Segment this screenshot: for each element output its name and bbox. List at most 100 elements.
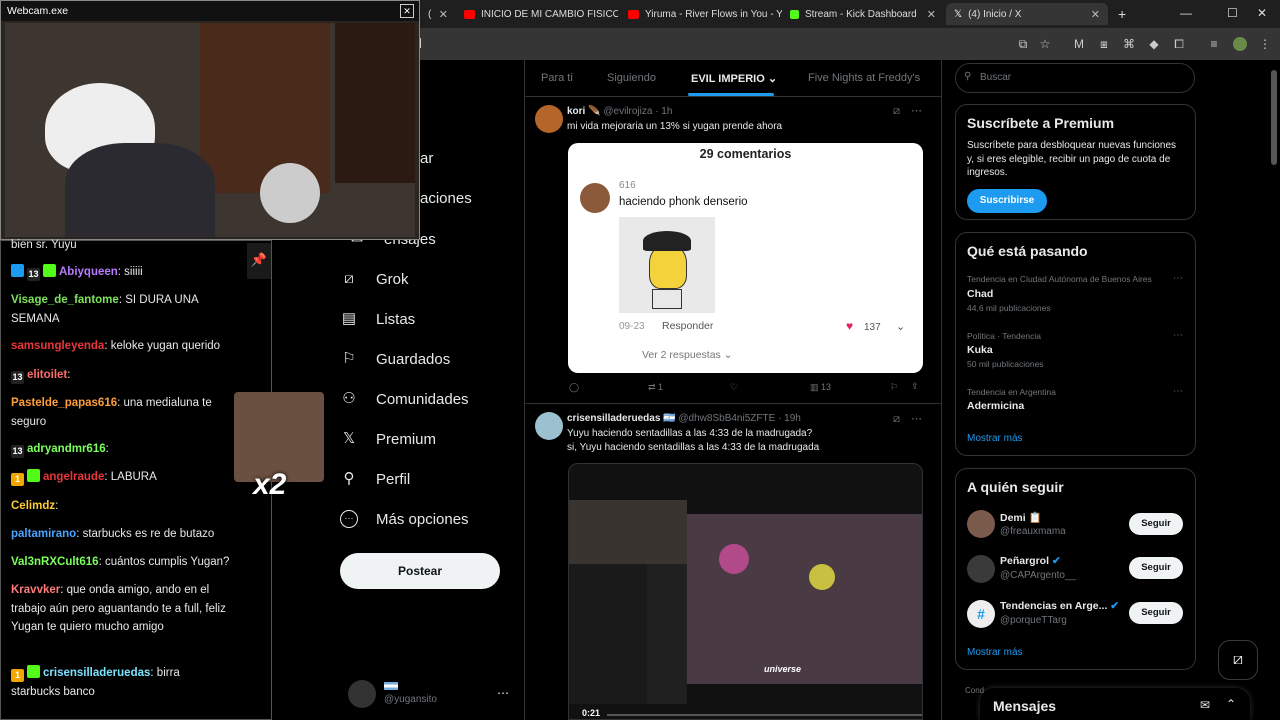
post-header: kori 🪶 @evilrojiza · 1h: [567, 106, 672, 117]
maximize-button[interactable]: ☐: [1227, 6, 1238, 20]
browser-tab[interactable]: Yiruma - River Flows in You - Yo✕: [620, 3, 782, 25]
chat-username[interactable]: crisensilladeruedas: [43, 667, 150, 679]
close-window-button[interactable]: ✕: [1257, 6, 1267, 20]
translate-icon[interactable]: ⧆: [1097, 37, 1111, 51]
follow-button[interactable]: Seguir: [1129, 513, 1183, 535]
heart-icon[interactable]: ♥: [846, 319, 853, 333]
browser-tab-active[interactable]: 𝕏 (4) Inicio / X ✕: [946, 3, 1108, 25]
verified-icon: ✔: [1051, 555, 1061, 567]
nav-item-lists[interactable]: ▤ Listas: [340, 310, 415, 328]
account-avatar[interactable]: [348, 680, 376, 708]
messages-drawer[interactable]: Mensajes ✉ ⌃: [980, 688, 1250, 720]
like-icon[interactable]: ♡: [730, 382, 738, 393]
trend-more-icon[interactable]: ⋯: [1173, 273, 1183, 284]
chat-username[interactable]: elitoilet: [27, 369, 67, 381]
search-input[interactable]: Buscar: [955, 63, 1195, 93]
account-menu-icon[interactable]: ⋯: [497, 686, 509, 700]
tab-following[interactable]: Siguiendo: [607, 72, 656, 84]
post-image[interactable]: 29 comentarios 616 haciendo phonk denser…: [568, 143, 923, 373]
follow-show-more[interactable]: Mostrar más: [967, 647, 1023, 658]
kebab-menu-icon[interactable]: ⋮: [1258, 37, 1272, 51]
close-icon[interactable]: ✕: [400, 4, 414, 18]
follow-button[interactable]: Seguir: [1129, 557, 1183, 579]
views-icon[interactable]: ▥ 13: [810, 382, 831, 393]
reply-link[interactable]: Responder: [662, 320, 713, 332]
bookmark-icon[interactable]: ⚐: [890, 382, 898, 393]
puzzle-icon[interactable]: ⧠: [1172, 37, 1186, 51]
grok-icon[interactable]: ⧄: [893, 105, 900, 118]
menu-icon[interactable]: ≡: [1207, 37, 1221, 51]
close-icon[interactable]: ✕: [439, 8, 448, 21]
close-icon[interactable]: ✕: [1091, 8, 1100, 21]
chat-username[interactable]: Kravvker: [11, 584, 60, 596]
post-avatar[interactable]: [535, 412, 563, 440]
extension-icon[interactable]: ◆: [1147, 37, 1161, 51]
post-author[interactable]: kori 🪶: [567, 106, 601, 117]
browser-tab[interactable]: (✕: [420, 3, 456, 25]
browser-tab[interactable]: Stream - Kick Dashboard ✕: [782, 3, 944, 25]
chat-username[interactable]: Abiyqueen: [59, 266, 118, 278]
nav-item-communities[interactable]: ⚇ Comunidades: [340, 390, 468, 408]
share-icon[interactable]: ⇪: [911, 381, 919, 392]
hashtag-avatar[interactable]: #: [967, 600, 995, 628]
nav-item-more[interactable]: ⋯ Más opciones: [340, 510, 469, 528]
chat-username[interactable]: Pastelde_papas616: [11, 397, 117, 409]
reply-icon[interactable]: ◯: [569, 382, 579, 393]
new-message-icon[interactable]: ✉: [1200, 698, 1210, 712]
retweet-icon[interactable]: ⇄ 1: [648, 382, 663, 393]
chat-username[interactable]: Celimdz: [11, 500, 55, 512]
tab-fnaf[interactable]: Five Nights at Freddy's: [808, 72, 920, 84]
grok-float-icon[interactable]: ⧄: [1218, 640, 1258, 680]
follow-avatar[interactable]: [967, 555, 995, 583]
post-author[interactable]: crisensilladeruedas 🇦🇷: [567, 413, 676, 424]
grok-icon[interactable]: ⧄: [893, 413, 900, 426]
subscribe-button[interactable]: Suscribirse: [967, 189, 1047, 213]
chat-username[interactable]: Visage_de_fantome: [11, 294, 119, 306]
chat-username[interactable]: samsungleyenda: [11, 340, 104, 352]
tab-for-you[interactable]: Para ti: [541, 72, 573, 84]
trends-show-more[interactable]: Mostrar más: [967, 433, 1023, 444]
more-replies[interactable]: Ver 2 respuestas ⌄: [642, 349, 733, 361]
trend-name[interactable]: Chad: [967, 288, 993, 300]
nav-item-notifications[interactable]: aciones: [420, 190, 472, 207]
dislike-icon[interactable]: ⌄: [896, 320, 905, 333]
nav-item-bookmarks[interactable]: ⚐ Guardados: [340, 350, 450, 368]
scrollbar[interactable]: [1271, 70, 1277, 165]
bookmark-star-icon[interactable]: ☆: [1038, 37, 1052, 51]
follow-avatar[interactable]: [967, 510, 995, 538]
chat-username[interactable]: paltamirano: [11, 528, 76, 540]
follow-name[interactable]: Demi 📋: [1000, 511, 1042, 524]
extension-icon[interactable]: M: [1072, 37, 1086, 51]
chat-username[interactable]: angelraude: [43, 471, 104, 483]
post-more-icon[interactable]: ⋯: [911, 104, 922, 117]
nav-item-profile[interactable]: ⚲ Perfil: [340, 470, 411, 488]
tab-evil-imperio[interactable]: EVIL IMPERIO ⌄: [691, 72, 777, 85]
post-video[interactable]: universe 0:21: [568, 463, 923, 720]
cast-icon[interactable]: ⧉: [1016, 37, 1030, 51]
nav-item-explore[interactable]: ar: [420, 150, 433, 167]
video-progress[interactable]: [607, 714, 922, 716]
post-button[interactable]: Postear: [340, 553, 500, 589]
trend-name[interactable]: Kuka: [967, 344, 993, 356]
profile-avatar[interactable]: [1233, 37, 1247, 51]
minimize-button[interactable]: —: [1180, 6, 1192, 20]
more-options-icon: ⋯: [340, 510, 358, 528]
post-avatar[interactable]: [535, 105, 563, 133]
nav-item-grok[interactable]: ⧄ Grok: [340, 270, 408, 288]
trend-more-icon[interactable]: ⋯: [1173, 330, 1183, 341]
chat-username[interactable]: adryandmr616: [27, 443, 106, 455]
chevron-up-icon[interactable]: ⌃: [1226, 697, 1236, 711]
follow-name[interactable]: Tendencias en Arge... ✔: [1000, 600, 1119, 612]
extension-icon[interactable]: ⌘: [1122, 37, 1136, 51]
trend-more-icon[interactable]: ⋯: [1173, 386, 1183, 397]
nav-item-premium[interactable]: 𝕏 Premium: [340, 430, 436, 448]
post-more-icon[interactable]: ⋯: [911, 412, 922, 425]
trend-name[interactable]: Adermicina: [967, 400, 1024, 412]
pin-icon[interactable]: 📌: [247, 243, 271, 279]
new-tab-button[interactable]: +: [1110, 3, 1130, 25]
browser-tab[interactable]: INICIO DE MI CAMBIO FISICO 💪✕: [456, 3, 618, 25]
chat-username[interactable]: Val3nRXCult616: [11, 556, 99, 568]
follow-name[interactable]: Peñargrol ✔: [1000, 555, 1061, 567]
follow-button[interactable]: Seguir: [1129, 602, 1183, 624]
close-icon[interactable]: ✕: [927, 8, 936, 21]
